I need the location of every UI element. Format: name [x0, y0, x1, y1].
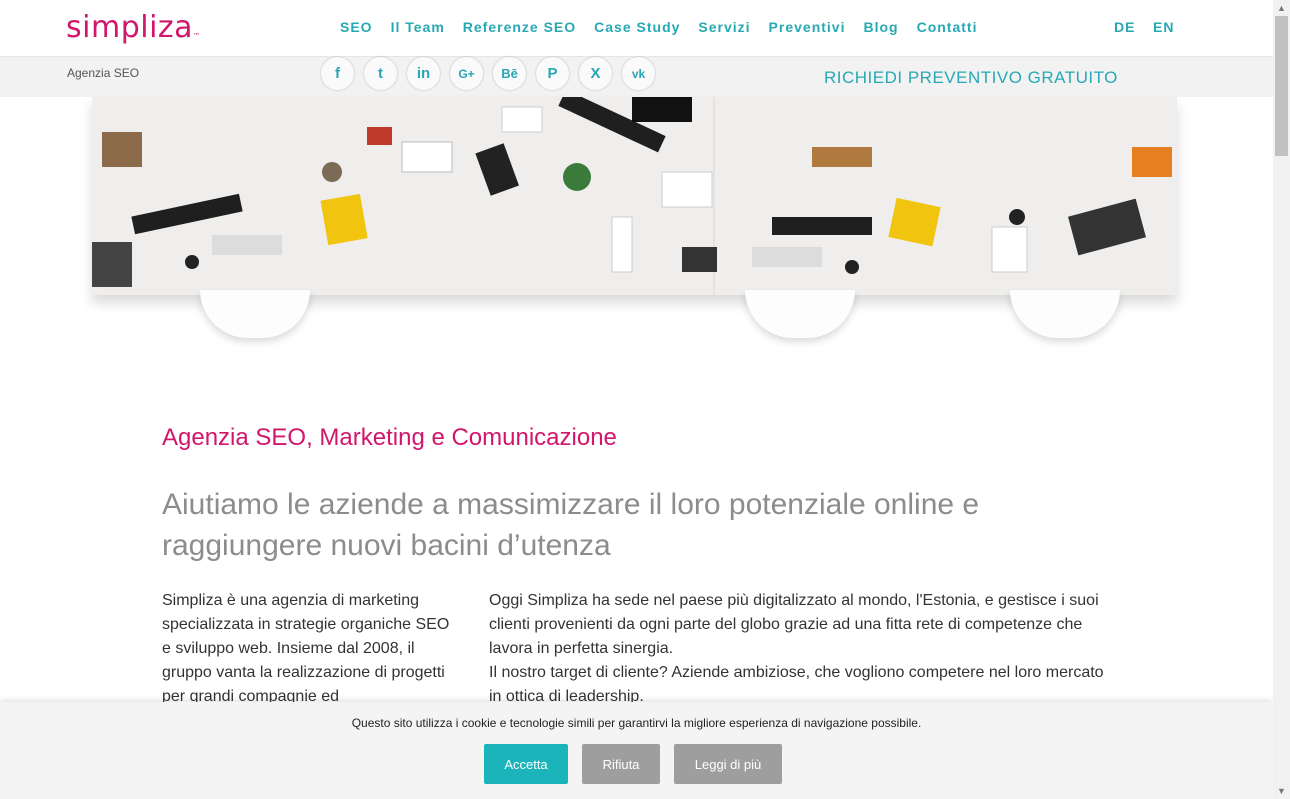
xing-icon[interactable]: X — [579, 57, 612, 90]
intro-text-left: Simpliza è una agenzia di marketing spec… — [162, 592, 450, 705]
scroll-up-icon[interactable]: ▲ — [1273, 0, 1290, 16]
desk-illustration — [92, 97, 1177, 295]
cookie-message: Questo sito utilizza i cookie e tecnolog… — [351, 716, 922, 730]
nav-servizi[interactable]: Servizi — [698, 19, 750, 35]
read-more-button[interactable]: Leggi di più — [674, 744, 782, 784]
vk-icon[interactable]: vk — [622, 57, 655, 90]
twitter-icon[interactable]: t — [364, 57, 397, 90]
scroll-down-icon[interactable]: ▼ — [1273, 783, 1290, 799]
lang-en[interactable]: EN — [1153, 19, 1174, 35]
free-quote-link[interactable]: RICHIEDI PREVENTIVO GRATUITO — [824, 68, 1118, 88]
table-leg-right — [1010, 290, 1120, 338]
facebook-icon[interactable]: f — [321, 57, 354, 90]
cookie-banner: Questo sito utilizza i cookie e tecnolog… — [0, 702, 1273, 799]
intro-paragraph-1: Oggi Simpliza ha sede nel paese più digi… — [489, 592, 1099, 657]
accept-cookies-button[interactable]: Accetta — [484, 744, 568, 784]
pinterest-icon[interactable]: P — [536, 57, 569, 90]
reject-cookies-button[interactable]: Rifiuta — [582, 744, 660, 784]
table-leg-middle — [745, 290, 855, 338]
top-navigation-bar: simpliza™ SEO Il Team Referenze SEO Case… — [0, 0, 1273, 57]
logo-text: simpliza — [66, 10, 194, 45]
nav-contatti[interactable]: Contatti — [917, 19, 978, 35]
intro-text-right: Oggi Simpliza ha sede nel paese più digi… — [489, 589, 1109, 709]
google-plus-icon[interactable]: G+ — [450, 57, 483, 90]
linkedin-icon[interactable]: in — [407, 57, 440, 90]
nav-preventivi[interactable]: Preventivi — [769, 19, 846, 35]
nav-blog[interactable]: Blog — [863, 19, 898, 35]
page-headline: Aiutiamo le aziende a massimizzare il lo… — [162, 488, 980, 562]
hero-desk-image — [92, 97, 1177, 295]
nav-referenze-seo[interactable]: Referenze SEO — [463, 19, 576, 35]
vertical-scrollbar[interactable]: ▲ ▼ — [1273, 0, 1290, 799]
scrollbar-thumb[interactable] — [1275, 16, 1288, 156]
section-title: Agenzia SEO, Marketing e Comunicazione — [162, 424, 617, 451]
social-links: f t in G+ Bē P X vk — [321, 57, 655, 90]
main-menu: SEO Il Team Referenze SEO Case Study Ser… — [340, 19, 995, 35]
simpliza-logo[interactable]: simpliza™ — [66, 8, 201, 48]
lang-de[interactable]: DE — [1114, 19, 1135, 35]
table-leg-left — [200, 290, 310, 338]
logo-tm: ™ — [193, 32, 201, 40]
behance-icon[interactable]: Bē — [493, 57, 526, 90]
nav-team[interactable]: Il Team — [391, 19, 445, 35]
agency-label: Agenzia SEO — [67, 66, 140, 80]
nav-case-study[interactable]: Case Study — [594, 19, 680, 35]
secondary-bar: Agenzia SEO f t in G+ Bē P X vk RICHIEDI… — [0, 57, 1273, 97]
nav-seo[interactable]: SEO — [340, 19, 373, 35]
